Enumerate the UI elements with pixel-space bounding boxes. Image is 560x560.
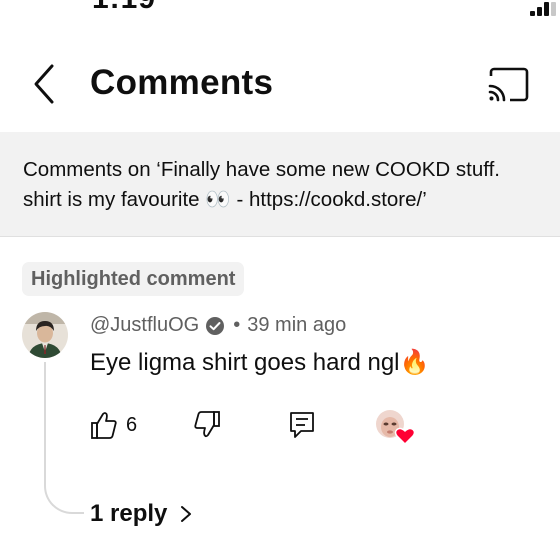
comment-reply-icon [290,412,314,438]
view-replies-button[interactable]: 1 reply [90,500,193,528]
comment-meta: @JustfluOG • 39 min ago [90,314,346,337]
chevron-right-icon [181,506,192,522]
cast-button[interactable] [486,66,530,104]
like-count: 6 [126,414,138,436]
replies-count-label: 1 reply [90,500,168,527]
video-context-text: Comments on ‘Finally have some new COOKD… [23,155,560,215]
context-line-2: shirt is my favourite 👀 - https://cookd.… [23,188,427,211]
creator-heart[interactable] [375,408,417,446]
verified-icon [206,316,225,335]
like-button[interactable] [90,410,118,440]
highlighted-comment-badge: Highlighted comment [22,262,245,296]
heart-icon [394,427,416,446]
context-line-1: Comments on ‘Finally have some new COOKD… [23,158,500,181]
comment-author[interactable]: @JustfluOG [90,314,199,337]
comment-text: Eye ligma shirt goes hard ngl🔥 [90,349,430,376]
signal-icon [528,0,558,16]
back-button[interactable] [28,62,68,106]
avatar[interactable] [22,312,68,358]
reply-thread-line [44,362,84,514]
reply-button[interactable] [289,411,315,439]
comment-time: 39 min ago [247,314,347,336]
dislike-button[interactable] [193,410,223,440]
thumbs-down-icon [194,411,220,438]
meta-separator: • [233,314,241,336]
thumbs-up-icon [91,412,117,439]
page-title: Comments [90,63,274,102]
cast-icon [488,67,529,102]
chevron-left-icon [34,64,54,104]
status-time: 1:19 [92,0,156,16]
